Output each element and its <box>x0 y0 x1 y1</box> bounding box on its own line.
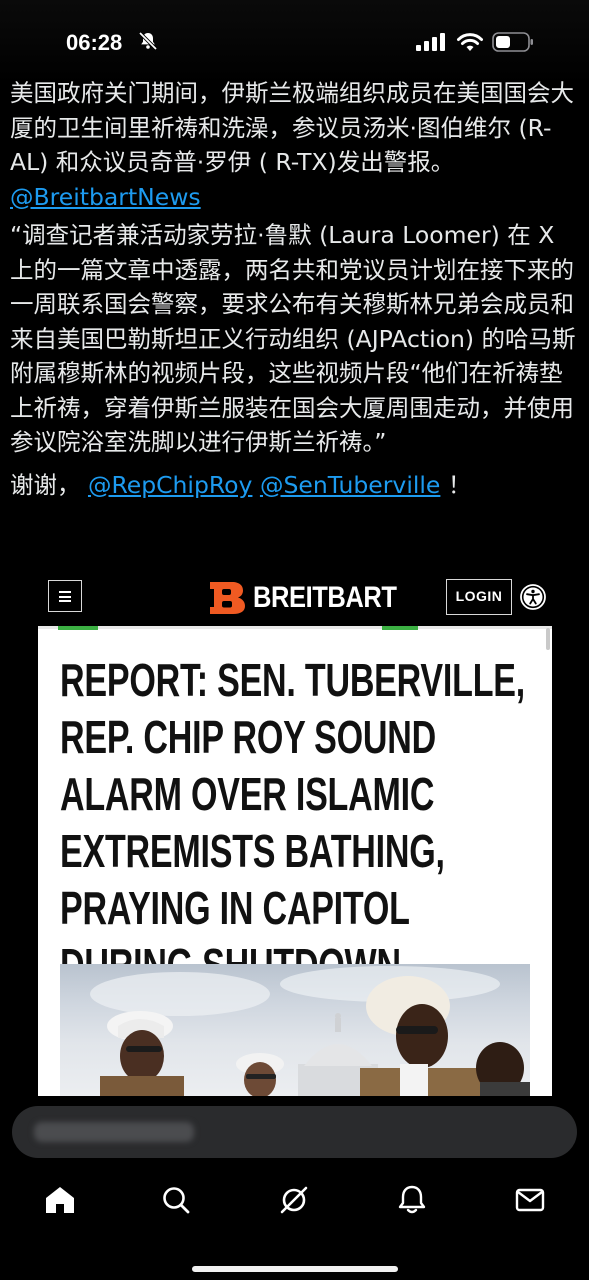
capitol-photo-illustration <box>90 966 530 1096</box>
cellular-signal-icon <box>416 33 445 51</box>
status-bar: 06:28 <box>0 0 589 84</box>
messages-icon[interactable] <box>510 1180 550 1220</box>
bell-slash-icon <box>138 31 158 51</box>
tab-divider <box>38 626 552 629</box>
thanks-end: ！ <box>447 470 472 499</box>
wifi-icon <box>457 33 483 51</box>
breitbart-logo: BREITBART <box>208 580 422 616</box>
thanks-text: 谢谢， <box>10 470 81 499</box>
post-thanks-line: 谢谢， @RepChipRoy @SenTuberville ！ <box>10 468 580 503</box>
status-time: 06:28 <box>66 30 123 55</box>
bottom-navigation-area <box>0 1096 589 1280</box>
site-name: BREITBART <box>253 581 397 614</box>
blurred-placeholder <box>34 1122 194 1142</box>
embedded-article-image[interactable]: BREITBART LOGIN REPORT: SEN. TUBERVILLE,… <box>36 568 554 1096</box>
green-accent-bar <box>382 626 418 630</box>
article-headline: REPORT: SEN. TUBERVILLE, REP. CHIP ROY S… <box>60 654 525 991</box>
breitbart-header: BREITBART LOGIN <box>36 568 554 626</box>
post-body: 美国政府关门期间，伊斯兰极端组织成员在美国国会大厦的卫生间里祈祷和洗澡，参议员汤… <box>10 76 580 502</box>
source-mention-link[interactable]: @BreitbartNews <box>10 183 201 211</box>
home-icon[interactable] <box>40 1180 80 1220</box>
post-quote-paragraph: “调查记者兼活动家劳拉·鲁默 (Laura Loomer) 在 X 上的一篇文章… <box>10 221 576 456</box>
green-accent-bar <box>58 626 98 630</box>
bottom-tab-bar <box>0 1180 589 1240</box>
grok-icon[interactable] <box>274 1180 314 1220</box>
mention-repchiproy-link[interactable]: @RepChipRoy <box>88 471 252 499</box>
hamburger-menu-icon <box>48 580 82 612</box>
reply-input[interactable] <box>12 1106 577 1158</box>
article-photo <box>60 964 530 1096</box>
search-icon[interactable] <box>156 1180 196 1220</box>
article-preview: REPORT: SEN. TUBERVILLE, REP. CHIP ROY S… <box>38 626 552 1096</box>
breitbart-b-logo-icon <box>210 582 245 614</box>
notifications-icon[interactable] <box>392 1180 432 1220</box>
post-paragraph: 美国政府关门期间，伊斯兰极端组织成员在美国国会大厦的卫生间里祈祷和洗澡，参议员汤… <box>10 76 580 214</box>
login-button: LOGIN <box>446 579 512 615</box>
mention-sentuberville-link[interactable]: @SenTuberville <box>260 471 440 499</box>
home-indicator <box>192 1266 398 1272</box>
post-text: 美国政府关门期间，伊斯兰极端组织成员在美国国会大厦的卫生间里祈祷和洗澡，参议员汤… <box>10 79 574 176</box>
accessibility-icon <box>520 584 546 610</box>
battery-icon <box>492 32 533 52</box>
scrollbar <box>546 628 550 650</box>
